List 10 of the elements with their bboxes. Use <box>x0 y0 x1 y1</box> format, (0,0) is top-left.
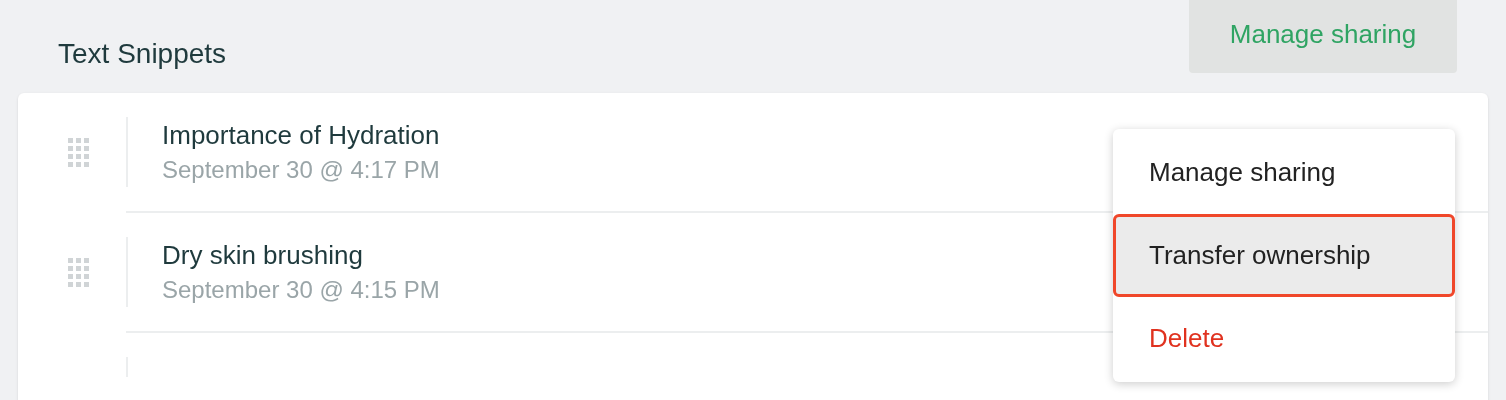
section-title: Text Snippets <box>58 37 227 71</box>
drag-handle-icon[interactable] <box>68 258 90 288</box>
menu-item[interactable]: Delete <box>1113 297 1455 380</box>
snippet-title[interactable]: Importance of Hydration <box>162 117 440 153</box>
menu-item[interactable]: Transfer ownership <box>1113 214 1455 297</box>
snippet-date: September 30 @ 4:15 PM <box>162 275 440 305</box>
snippet-date: September 30 @ 4:17 PM <box>162 155 440 185</box>
menu-item[interactable]: Manage sharing <box>1113 131 1455 214</box>
drag-handle-icon[interactable] <box>68 138 90 168</box>
snippet-title[interactable]: Dry skin brushing <box>162 237 363 273</box>
